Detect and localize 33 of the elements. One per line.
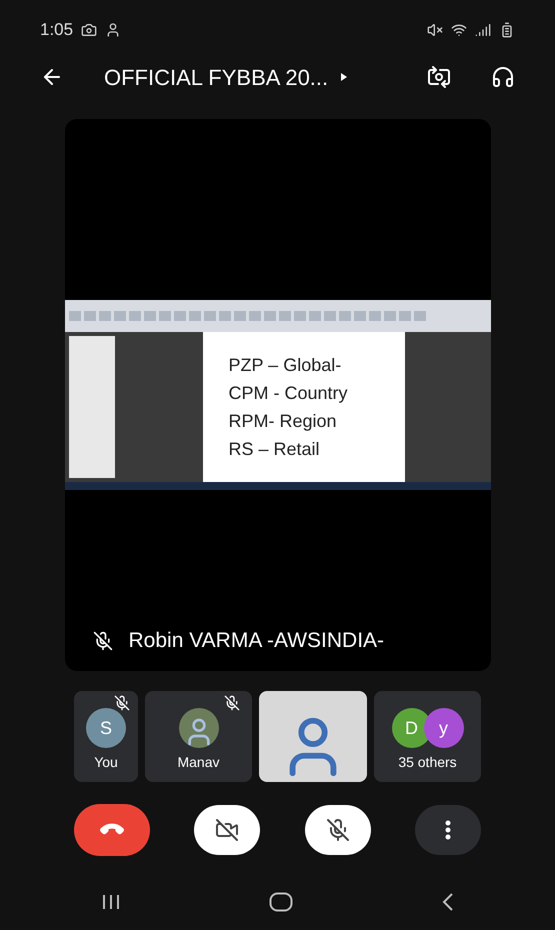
participant-name: 35 others bbox=[398, 753, 457, 772]
participant-tile[interactable]: S You bbox=[74, 691, 138, 782]
presenter-name: Robin VARMA -AWSINDIA- bbox=[128, 628, 384, 654]
mic-off-icon bbox=[326, 818, 350, 842]
headphones-icon[interactable] bbox=[491, 65, 515, 89]
back-nav-icon[interactable] bbox=[442, 893, 454, 911]
document-line: RPM- Region bbox=[228, 410, 338, 433]
video-placeholder[interactable] bbox=[259, 691, 367, 782]
camera-off-icon bbox=[215, 818, 240, 842]
home-icon[interactable] bbox=[268, 892, 292, 912]
document-line: CPM - Country bbox=[228, 382, 349, 405]
person-icon bbox=[105, 22, 122, 38]
participant-tile[interactable]: Manav bbox=[145, 691, 252, 782]
participant-name: You bbox=[94, 753, 118, 772]
wifi-icon bbox=[451, 22, 467, 38]
end-call-button[interactable] bbox=[74, 804, 150, 856]
avatar-initial: y bbox=[424, 708, 464, 748]
document-line: RS – Retail bbox=[228, 438, 321, 461]
status-time: 1:05 bbox=[40, 19, 74, 42]
participant-tile[interactable]: D y 35 others bbox=[374, 691, 481, 782]
mute-icon bbox=[427, 22, 443, 38]
signal-icon bbox=[475, 22, 491, 38]
microphone-button[interactable] bbox=[304, 805, 371, 855]
switch-camera-icon[interactable] bbox=[427, 65, 451, 89]
camera-icon bbox=[81, 22, 98, 38]
participant-name: Manav bbox=[177, 753, 220, 772]
avatar-initial: S bbox=[86, 708, 126, 748]
recent-apps-icon[interactable] bbox=[102, 894, 120, 910]
more-icon bbox=[445, 820, 452, 840]
meeting-title[interactable]: OFFICIAL FYBBA 20... bbox=[104, 60, 348, 94]
document-line: PZP – Global- bbox=[228, 354, 342, 377]
caret-icon bbox=[340, 72, 348, 82]
camera-button[interactable] bbox=[194, 805, 260, 855]
